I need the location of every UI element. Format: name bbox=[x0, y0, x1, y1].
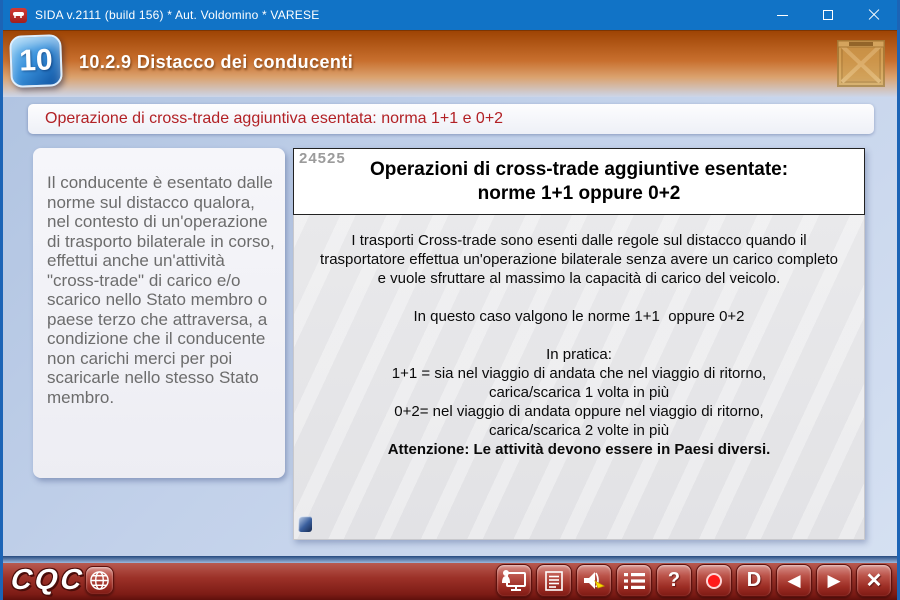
slide-body: I trasporti Cross-trade sono esenti dall… bbox=[293, 215, 865, 540]
back-arrow-icon: ◀ bbox=[787, 571, 800, 591]
app-window: SIDA v.2111 (build 156) * Aut. Voldomino… bbox=[0, 0, 900, 600]
slide-title-box: 24525 Operazioni di cross-trade aggiunti… bbox=[293, 148, 865, 215]
dictionary-button[interactable]: D bbox=[736, 564, 772, 597]
app-logo-icon bbox=[10, 8, 27, 23]
index-list-button[interactable] bbox=[616, 564, 652, 597]
forward-button[interactable]: ▶ bbox=[816, 564, 852, 597]
dictionary-label: D bbox=[747, 569, 761, 592]
exit-button[interactable]: ✕ bbox=[856, 564, 892, 597]
maximize-button[interactable] bbox=[805, 0, 851, 30]
speaker-icon bbox=[581, 569, 607, 593]
document-icon bbox=[543, 570, 565, 592]
slide-content: 24525 Operazioni di cross-trade aggiunti… bbox=[293, 148, 865, 540]
help-button[interactable]: ? bbox=[656, 564, 692, 597]
lesson-subtitle: Operazione di cross-trade aggiuntiva ese… bbox=[45, 110, 503, 128]
screen-person-icon bbox=[501, 569, 527, 593]
slide-paragraph: I trasporti Cross-trade sono esenti dall… bbox=[314, 231, 844, 288]
exit-x-icon: ✕ bbox=[866, 568, 883, 593]
titlebar: SIDA v.2111 (build 156) * Aut. Voldomino… bbox=[3, 0, 897, 30]
lesson-subtitle-bar: Operazione di cross-trade aggiuntiva ese… bbox=[28, 104, 874, 134]
help-label: ? bbox=[668, 569, 680, 592]
rule-line: carica/scarica 1 volta in più bbox=[314, 383, 844, 402]
back-button[interactable]: ◀ bbox=[776, 564, 812, 597]
toolbar-stripe bbox=[3, 556, 897, 563]
rule-line: 0+2= nel viaggio di andata oppure nel vi… bbox=[314, 402, 844, 421]
minimize-button[interactable] bbox=[759, 0, 805, 30]
rule-line: 1+1 = sia nel viaggio di andata che nel … bbox=[314, 364, 844, 383]
close-window-button[interactable] bbox=[851, 0, 897, 30]
page-mini-icon[interactable] bbox=[298, 516, 312, 532]
globe-icon bbox=[89, 570, 110, 591]
slide-paragraph: In questo caso valgono le norme 1+1 oppu… bbox=[314, 307, 844, 326]
slide-title-line1: Operazioni di cross-trade aggiuntive ese… bbox=[370, 158, 788, 182]
text-document-button[interactable] bbox=[536, 564, 572, 597]
chapter-header: 10 10.2.9 Distacco dei conducenti bbox=[3, 30, 897, 97]
audio-button[interactable] bbox=[576, 564, 612, 597]
close-icon bbox=[868, 9, 880, 21]
rule-line: carica/scarica 2 volte in più bbox=[314, 421, 844, 440]
bottom-toolbar: CQC bbox=[3, 556, 897, 600]
explanation-text: Il conducente è esentato dalle norme sul… bbox=[33, 148, 285, 407]
cqc-logo: CQC bbox=[9, 564, 86, 597]
page-title: 10.2.9 Distacco dei conducenti bbox=[79, 52, 353, 73]
screen-share-button[interactable] bbox=[496, 564, 532, 597]
slide-watermark: 24525 bbox=[299, 150, 346, 167]
crate-icon bbox=[837, 38, 885, 88]
warning-text: Attenzione: Le attività devono essere in… bbox=[314, 440, 844, 459]
list-icon bbox=[623, 571, 646, 591]
minimize-icon bbox=[777, 15, 788, 16]
practice-title: In pratica: bbox=[314, 345, 844, 364]
explanation-panel: Il conducente è esentato dalle norme sul… bbox=[33, 148, 285, 478]
window-title: SIDA v.2111 (build 156) * Aut. Voldomino… bbox=[35, 8, 319, 22]
record-icon bbox=[706, 573, 722, 589]
language-globe-button[interactable] bbox=[85, 566, 114, 595]
chapter-number-badge: 10 bbox=[9, 34, 63, 88]
slide-title-line2: norme 1+1 oppure 0+2 bbox=[478, 182, 681, 206]
forward-arrow-icon: ▶ bbox=[827, 571, 840, 591]
maximize-icon bbox=[823, 10, 833, 20]
record-button[interactable] bbox=[696, 564, 732, 597]
